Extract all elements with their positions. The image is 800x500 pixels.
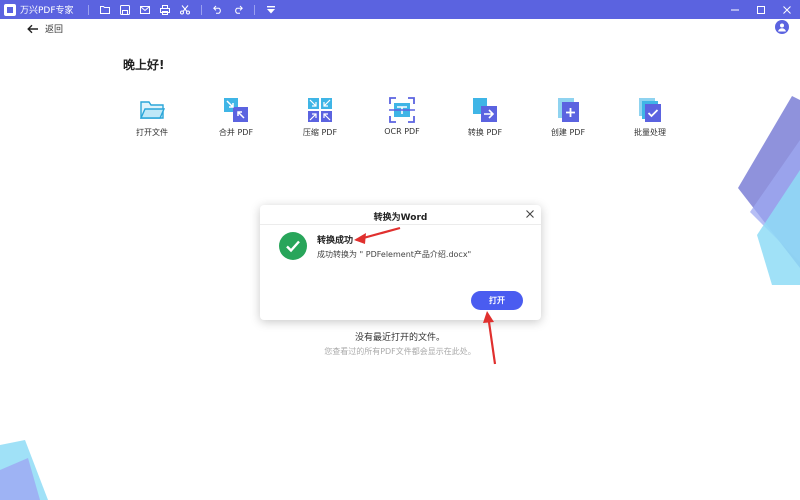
open-button[interactable]: 打开 (471, 291, 523, 310)
success-message: 成功转换为 " PDFelement产品介绍.docx" (317, 250, 472, 259)
success-title: 转换成功 (317, 236, 354, 246)
recent-empty-title: 没有最近打开的文件。 (354, 333, 445, 343)
convert-dialog: 转换为Word 转换成功 成功转换为 " PDFelement产品介绍.docx… (260, 205, 541, 320)
recent-empty-subtitle: 您查看过的所有PDF文件都会显示在此处。 (324, 347, 476, 356)
dialog-divider (260, 224, 541, 225)
dialog-close-button[interactable] (525, 209, 535, 219)
dialog-title: 转换为Word (373, 213, 428, 223)
success-check-icon (279, 232, 307, 260)
close-icon (526, 210, 534, 218)
